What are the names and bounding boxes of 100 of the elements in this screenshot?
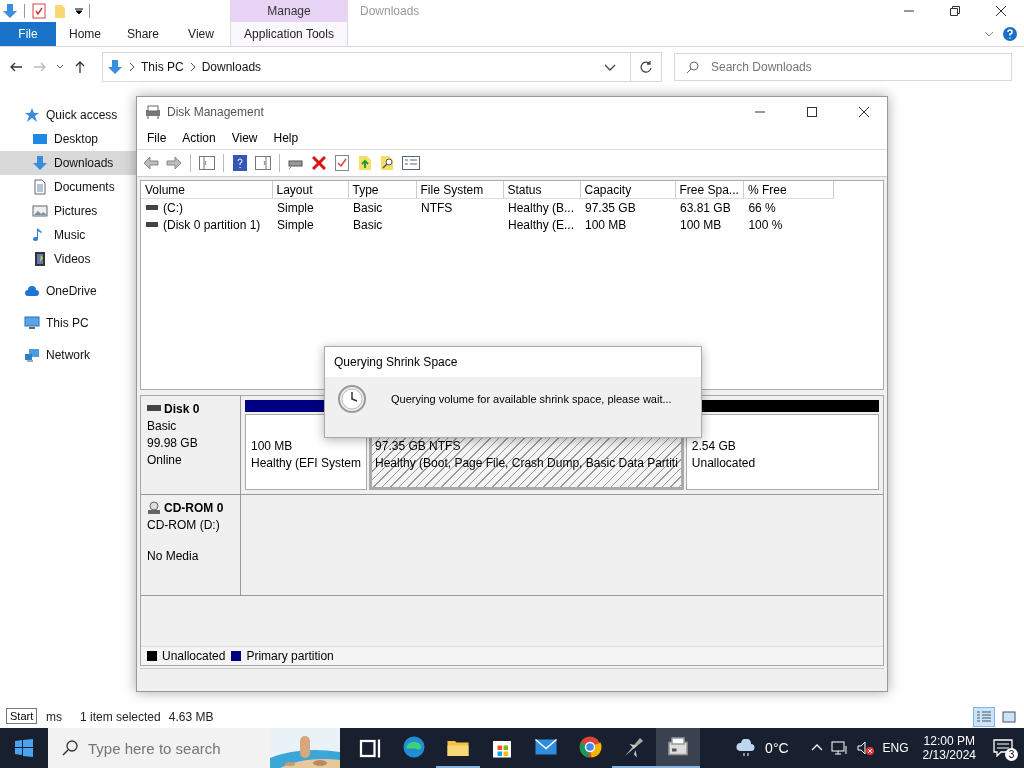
- column-header[interactable]: Type: [348, 181, 416, 199]
- network-icon: [24, 347, 40, 363]
- disk-info: CD-ROM (D:): [147, 518, 221, 532]
- ribbon-tab[interactable]: Share: [114, 22, 172, 46]
- close-icon[interactable]: [996, 6, 1006, 16]
- drive-icon: [147, 405, 161, 413]
- muted-speaker-icon[interactable]: [856, 740, 875, 756]
- forward-arrow-icon[interactable]: [166, 156, 182, 170]
- show-pane-icon[interactable]: [255, 156, 271, 170]
- menu-item[interactable]: Help: [265, 131, 307, 145]
- column-header[interactable]: File System: [416, 181, 503, 199]
- cd-drive-icon: [147, 501, 161, 515]
- menu-item[interactable]: Action: [174, 131, 224, 145]
- sidebar-item[interactable]: Network: [0, 343, 136, 367]
- close-icon[interactable]: [859, 107, 869, 117]
- context-tab-header: Manage: [230, 0, 348, 22]
- disk-info: No Media: [147, 549, 200, 563]
- picture-icon: [32, 203, 48, 219]
- table-cell: 100 MB: [585, 217, 627, 232]
- folder-up-icon[interactable]: [358, 155, 372, 171]
- download-icon: [32, 155, 48, 171]
- properties-icon[interactable]: [402, 156, 420, 170]
- legend-label: Unallocated: [162, 649, 226, 663]
- chrome-icon: [578, 735, 602, 759]
- table-cell: 63.81 GB: [680, 200, 731, 215]
- partition-status: Healthy (EFI System: [251, 456, 362, 470]
- delete-icon[interactable]: [312, 156, 326, 170]
- plane-icon: [622, 735, 646, 759]
- download-icon: [107, 59, 123, 75]
- dialog-title: Querying Shrink Space: [334, 355, 458, 369]
- weather-text[interactable]: 0°C: [765, 740, 789, 756]
- caret-icon[interactable]: [56, 63, 64, 71]
- sidebar-item[interactable]: Documents: [0, 175, 136, 199]
- chevron-right-icon[interactable]: [189, 63, 196, 71]
- table-cell: Healthy (B...: [508, 200, 575, 215]
- sidebar-item[interactable]: OneDrive: [0, 279, 136, 303]
- table-cell: Simple: [277, 217, 314, 232]
- language-indicator[interactable]: ENG: [882, 741, 909, 755]
- ribbon-tab[interactable]: File: [0, 22, 56, 46]
- download-icon: [2, 3, 18, 19]
- clock[interactable]: 12:00 PM 2/13/2024: [922, 734, 976, 762]
- disk-management-icon: [145, 104, 161, 120]
- sidebar-item[interactable]: Videos: [0, 247, 136, 271]
- taskbar-search-box[interactable]: Type here to search: [48, 728, 340, 768]
- help-icon[interactable]: [233, 155, 247, 171]
- legend-label: Primary partition: [246, 649, 334, 663]
- restore-icon[interactable]: [950, 6, 960, 16]
- search-field[interactable]: Type here to search: [88, 739, 268, 757]
- sidebar-item[interactable]: Downloads: [0, 151, 136, 175]
- column-header[interactable]: Volume: [141, 181, 272, 199]
- checklist-icon[interactable]: [31, 3, 47, 19]
- monitor-icon: [24, 315, 40, 331]
- ribbon-tab[interactable]: Home: [56, 22, 114, 46]
- sidebar-item[interactable]: Quick access: [0, 103, 136, 127]
- taskbar-app-button[interactable]: [656, 728, 700, 768]
- refresh-icon[interactable]: [639, 60, 653, 74]
- table-cell: 66 %: [748, 200, 776, 215]
- sidebar-item[interactable]: Desktop: [0, 127, 136, 151]
- disk-name: Disk 0: [164, 402, 200, 416]
- document-icon: [32, 179, 48, 195]
- caret-icon[interactable]: [75, 7, 83, 15]
- column-header[interactable]: Capacity: [580, 181, 675, 199]
- sidebar-item[interactable]: Pictures: [0, 199, 136, 223]
- folder-search-icon[interactable]: [380, 155, 396, 171]
- chevron-right-icon[interactable]: [129, 63, 135, 71]
- maximize-icon[interactable]: [807, 107, 817, 117]
- address-bar[interactable]: This PC Downloads: [102, 52, 662, 82]
- table-cell: NTFS: [421, 200, 453, 215]
- table-cell: Healthy (E...: [508, 217, 575, 232]
- partition[interactable]: 2.54 GB Unallocated: [685, 414, 879, 490]
- partition-size: 97.35 GB NTFS: [375, 439, 462, 453]
- partition-size: 2.54 GB: [691, 439, 737, 453]
- clock-icon: [337, 384, 367, 414]
- tooltip: Start: [6, 708, 38, 724]
- status-text: ms: [46, 709, 62, 724]
- menu-item[interactable]: View: [223, 131, 266, 145]
- console-tree-icon[interactable]: [199, 156, 215, 170]
- column-header[interactable]: Layout: [272, 181, 348, 199]
- column-header[interactable]: Status: [503, 181, 580, 199]
- sidebar-item[interactable]: This PC: [0, 311, 136, 335]
- ribbon-tab[interactable]: Application Tools: [230, 22, 348, 46]
- ribbon-tab[interactable]: View: [172, 22, 230, 46]
- breadcrumb[interactable]: This PC: [141, 60, 184, 74]
- search-field[interactable]: Search Downloads: [674, 53, 1012, 81]
- sidebar-item[interactable]: Music: [0, 223, 136, 247]
- table-cell: (Disk 0 partition 1): [163, 217, 261, 232]
- table-cell: Basic: [353, 200, 383, 215]
- disk-info: Online: [147, 453, 183, 467]
- film-icon: [32, 251, 48, 267]
- status-text: 1 item selected: [80, 709, 161, 724]
- table-cell: 97.35 GB: [585, 200, 636, 215]
- dialog-message: Querying volume for available shrink space, please wait...: [391, 393, 672, 405]
- network-icon[interactable]: [830, 740, 849, 756]
- column-header[interactable]: Free Spa...: [675, 181, 744, 199]
- column-header[interactable]: % Free: [743, 181, 834, 199]
- checklist-icon[interactable]: [335, 155, 349, 171]
- table-cell: Simple: [277, 200, 314, 215]
- menu-item[interactable]: File: [139, 131, 175, 145]
- start-icon[interactable]: [15, 739, 33, 757]
- breadcrumb[interactable]: Downloads: [201, 60, 262, 74]
